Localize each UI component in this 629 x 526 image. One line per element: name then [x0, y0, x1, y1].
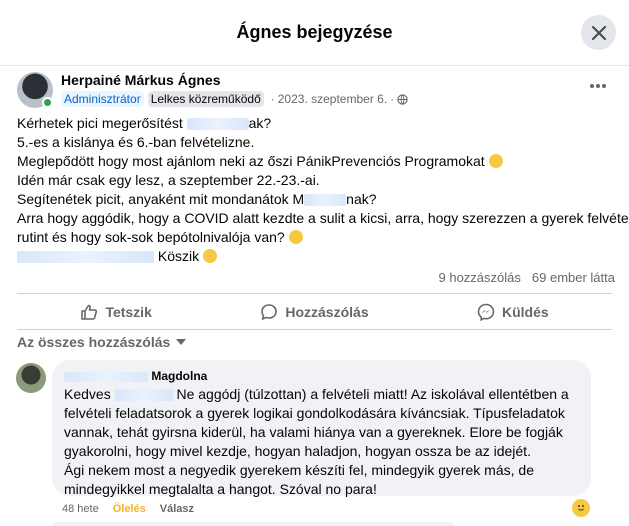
commenter-name[interactable]: Magdolna: [64, 368, 579, 384]
separator: ·: [390, 92, 395, 106]
comment-button[interactable]: Hozzászólás: [215, 294, 413, 329]
share-button[interactable]: Küldés: [414, 294, 612, 329]
comment-age[interactable]: 48 hete: [62, 503, 99, 515]
post-body: Kérhetek pici megerősítést ak? 5.-es a k…: [17, 114, 629, 247]
view-count[interactable]: 69 ember látta: [532, 270, 615, 285]
more-options-button[interactable]: [586, 78, 610, 94]
action-bar: Tetszik Hozzászólás Küldés: [17, 293, 612, 330]
contributor-badge[interactable]: Lelkes közreműködő: [147, 91, 264, 107]
author-name[interactable]: Herpainé Márkus Ágnes: [61, 72, 221, 88]
comment-line: mindegyikkel megtalalta a hangot. Szóval…: [64, 481, 377, 497]
redacted-text: [186, 118, 249, 131]
post-line: rutint és hogy sok-sok bepótolnivalója v…: [17, 228, 617, 247]
globe-icon: [397, 93, 408, 105]
comment-line: gyakorolni, hogy mivel kezdje, hogyan ha…: [64, 443, 531, 459]
post-line: Meglepődött hogy most ajánlom neki az ős…: [17, 152, 617, 171]
comment-reply-button[interactable]: Válasz: [160, 503, 194, 515]
comment-line: vannak, tehát gyirsna kiderül, ha valami…: [64, 424, 563, 440]
comment-bubble: Magdolna Kedves Ne aggódj (túlzottan) a …: [52, 360, 591, 499]
post-line: 5.-es a kislánya és 6.-ban felvételizne.: [17, 134, 255, 150]
post-meta: Adminisztrátor Lelkes közreműködő · 2023…: [61, 91, 408, 107]
comment-line: felvételi feladatsorok a gyerek logikai …: [64, 405, 565, 421]
comment-filter-dropdown[interactable]: Az összes hozzászólás: [17, 334, 187, 350]
redacted-text: [304, 194, 347, 207]
comment-line: Kedves Ne aggódj (túlzottan) a felvételi…: [64, 386, 569, 402]
smile-emoji-icon: [488, 154, 503, 168]
comment-icon: [261, 303, 278, 320]
comment-like-button[interactable]: Ölelés: [113, 503, 146, 515]
redacted-text: [64, 371, 148, 382]
redacted-text: [114, 389, 173, 402]
post-date[interactable]: 2023. szeptember 6.: [278, 92, 387, 106]
like-button[interactable]: Tetszik: [17, 294, 215, 329]
close-icon: [591, 25, 606, 40]
hug-reaction-icon[interactable]: [572, 499, 590, 517]
comment-actions: 48 hete Ölelés Válasz: [62, 503, 194, 515]
post-stats: 9 hozzászólás 69 ember látta: [439, 270, 616, 285]
post-line: Kérhetek pici megerősítést ak?: [17, 115, 272, 131]
comment-line: Ági nekem most a negyedik gyerekem készí…: [64, 462, 534, 478]
post-line: Segítenétek picit, anyaként mit mondanát…: [17, 191, 377, 207]
thumbs-up-icon: [81, 304, 98, 320]
comment-count[interactable]: 9 hozzászólás: [439, 270, 521, 285]
redacted-mention[interactable]: [17, 251, 154, 264]
close-button[interactable]: [581, 15, 616, 50]
modal-title: Ágnes bejegyzése: [236, 22, 393, 42]
reply-preview: [52, 522, 455, 526]
comment-text: Kedves Ne aggódj (túlzottan) a felvételi…: [64, 385, 579, 499]
post-line: Arra hogy aggódik, hogy a COVID alatt ke…: [17, 210, 629, 226]
caret-down-icon: [176, 339, 187, 345]
commenter-avatar[interactable]: [16, 363, 46, 393]
post-line: Idén már csak egy lesz, a szeptember 22.…: [17, 172, 320, 188]
modal-header: Ágnes bejegyzése: [0, 0, 629, 66]
separator: ·: [270, 92, 275, 106]
messenger-icon: [477, 303, 495, 321]
more-icon: [590, 84, 606, 88]
smile-emoji-icon: [203, 249, 218, 263]
admin-badge[interactable]: Adminisztrátor: [61, 91, 144, 107]
smile-emoji-icon: [288, 230, 303, 244]
online-status-icon: [42, 97, 53, 108]
mention-line: Köszik: [17, 247, 218, 266]
